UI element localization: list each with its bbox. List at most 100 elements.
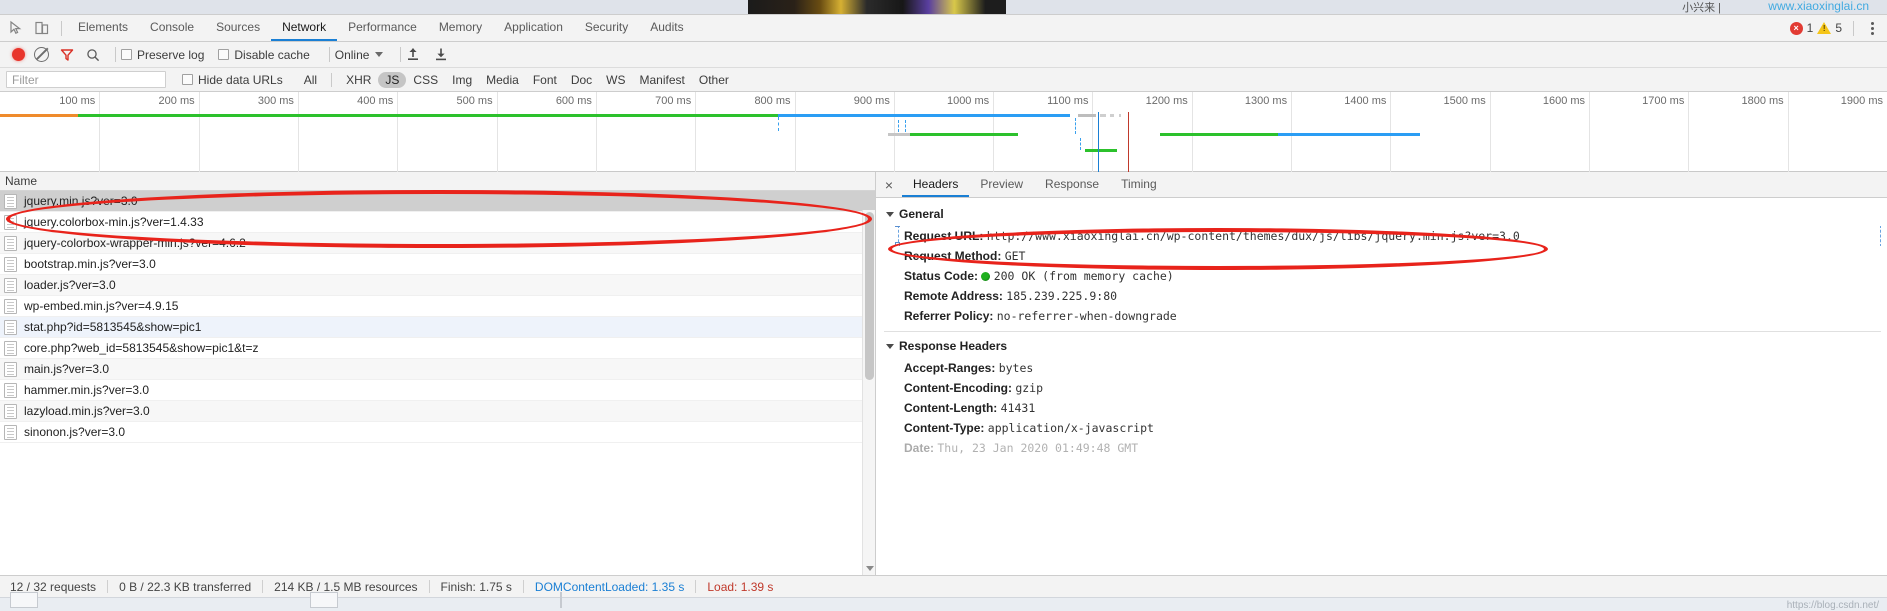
script-file-icon (4, 298, 17, 314)
table-row[interactable]: stat.php?id=5813545&show=pic1 (0, 317, 875, 338)
device-toolbar-icon[interactable] (34, 20, 50, 36)
filter-type-css[interactable]: CSS (406, 72, 445, 88)
page-site-link[interactable]: www.xiaoxinglai.cn (1768, 0, 1869, 13)
tab-console[interactable]: Console (139, 15, 205, 41)
overview-bar-green-3 (1160, 133, 1278, 136)
header-value: gzip (1015, 381, 1044, 395)
table-row[interactable]: jquery.min.js?ver=3.0 (0, 191, 875, 212)
tab-network[interactable]: Network (271, 15, 338, 41)
timeline-tick (496, 92, 498, 172)
table-row[interactable]: main.js?ver=3.0 (0, 359, 875, 380)
tab-label: Response (1045, 176, 1100, 191)
error-icon: × (1789, 21, 1803, 35)
filter-type-manifest[interactable]: Manifest (633, 72, 692, 88)
filter-type-ws[interactable]: WS (599, 72, 632, 88)
scroll-down-arrow-icon[interactable] (866, 566, 874, 571)
filter-type-js[interactable]: JS (378, 71, 407, 88)
search-icon[interactable] (86, 48, 100, 62)
general-item-request-url[interactable]: Request URL: http://www.xiaoxinglai.cn/w… (884, 226, 1887, 246)
table-row[interactable]: sinonon.js?ver=3.0 (0, 422, 875, 443)
tab-elements[interactable]: Elements (67, 15, 139, 41)
general-item-referrer-policy: Referrer Policy: no-referrer-when-downgr… (884, 306, 1887, 326)
page-thumb-3 (560, 592, 562, 608)
table-row[interactable]: loader.js?ver=3.0 (0, 275, 875, 296)
timeline-tick (198, 92, 200, 172)
throttle-select-value[interactable]: Online (335, 48, 370, 62)
tab-performance[interactable]: Performance (337, 15, 428, 41)
chevron-down-icon[interactable] (375, 52, 384, 57)
overview-bar-grey-4 (1119, 114, 1121, 117)
tab-response[interactable]: Response (1034, 172, 1110, 197)
filter-type-xhr[interactable]: XHR (339, 72, 378, 88)
request-list-pane: Name jquery.min.js?ver=3.0 jquery.colorb… (0, 172, 876, 575)
tab-headers[interactable]: Headers (902, 172, 970, 197)
tab-preview[interactable]: Preview (969, 172, 1034, 197)
network-toolbar: Preserve log Disable cache Online (0, 42, 1887, 68)
header-value: http://www.xiaoxinglai.cn/wp-content/the… (986, 229, 1520, 243)
tab-security[interactable]: Security (574, 15, 639, 41)
request-name: jquery-colorbox-wrapper-min.js?ver=4.6.2 (24, 236, 246, 250)
tab-audits[interactable]: Audits (639, 15, 694, 41)
filter-type-doc[interactable]: Doc (564, 72, 599, 88)
status-load: Load: 1.39 s (707, 579, 774, 594)
filter-type-media[interactable]: Media (479, 72, 526, 88)
table-row[interactable]: bootstrap.min.js?ver=3.0 (0, 254, 875, 275)
close-icon[interactable]: × (876, 172, 902, 197)
page-content-strip: 小兴来 | www.xiaoxinglai.cn (0, 0, 1887, 14)
export-har-icon[interactable] (434, 47, 448, 62)
header-value: application/x-javascript (987, 421, 1154, 435)
more-options-icon[interactable] (1865, 20, 1879, 37)
filter-type-all[interactable]: All (297, 72, 324, 88)
tab-label: Sources (216, 20, 261, 34)
tab-timing[interactable]: Timing (1110, 172, 1168, 197)
timeline-tick-label: 500 ms (456, 95, 493, 107)
timeline-tick (1688, 92, 1690, 172)
filter-type-img[interactable]: Img (445, 72, 479, 88)
table-row[interactable]: core.php?web_id=5813545&show=pic1&t=z (0, 338, 875, 359)
scrollbar-thumb[interactable] (865, 212, 874, 380)
filter-funnel-icon[interactable] (60, 48, 74, 62)
preserve-log-checkbox[interactable]: Preserve log (121, 48, 204, 62)
table-row[interactable]: wp-embed.min.js?ver=4.9.15 (0, 296, 875, 317)
response-headers-section-title[interactable]: Response Headers (884, 336, 1887, 358)
timeline-tick (397, 92, 399, 172)
network-filter-bar: Filter Hide data URLs All XHR JS CSS Img… (0, 68, 1887, 92)
general-section-title[interactable]: General (884, 204, 1887, 226)
table-row[interactable]: lazyload.min.js?ver=3.0 (0, 401, 875, 422)
network-overview-timeline[interactable]: 100 ms 200 ms 300 ms 400 ms 500 ms 600 ms 700 … (0, 92, 1887, 172)
error-warning-badges[interactable]: × 1 5 (1789, 21, 1842, 35)
filter-type-font[interactable]: Font (526, 72, 564, 88)
load-event-line (1128, 112, 1129, 172)
request-list[interactable]: jquery.min.js?ver=3.0 jquery.colorbox-mi… (0, 191, 875, 575)
filter-type-other[interactable]: Other (692, 72, 736, 88)
disable-cache-checkbox[interactable]: Disable cache (218, 48, 310, 62)
timeline-tick (794, 92, 796, 172)
table-row[interactable]: jquery.colorbox-min.js?ver=1.4.33 (0, 212, 875, 233)
overview-bar-grey-1 (1078, 114, 1096, 117)
overview-bar-green-1 (78, 114, 778, 117)
tab-memory[interactable]: Memory (428, 15, 493, 41)
page-thumb-2 (310, 592, 338, 608)
filter-input[interactable]: Filter (6, 71, 166, 88)
requests-column-header[interactable]: Name (0, 172, 875, 191)
header-key: Accept-Ranges: (904, 361, 996, 375)
response-headers-section: Response Headers Accept-Ranges: bytes Co… (884, 336, 1887, 458)
timeline-tick-label: 700 ms (655, 95, 692, 107)
tab-application[interactable]: Application (493, 15, 574, 41)
watermark: https://blog.csdn.net/ (1786, 600, 1879, 611)
clear-icon[interactable] (34, 47, 49, 62)
import-har-icon[interactable] (406, 47, 420, 62)
script-file-icon (4, 235, 17, 251)
table-row[interactable]: jquery-colorbox-wrapper-min.js?ver=4.6.2 (0, 233, 875, 254)
record-icon[interactable] (12, 48, 25, 61)
timeline-tick (297, 92, 299, 172)
request-list-scrollbar[interactable] (862, 210, 875, 575)
chevron-down-icon (886, 211, 894, 217)
hide-data-urls-checkbox[interactable]: Hide data URLs (182, 73, 283, 87)
inspect-element-icon[interactable] (8, 20, 24, 36)
table-row[interactable]: hammer.min.js?ver=3.0 (0, 380, 875, 401)
tab-sources[interactable]: Sources (205, 15, 271, 41)
header-key: Content-Encoding: (904, 381, 1012, 395)
timeline-tick (595, 92, 597, 172)
page-breadcrumb: 小兴来 | (1682, 2, 1721, 14)
